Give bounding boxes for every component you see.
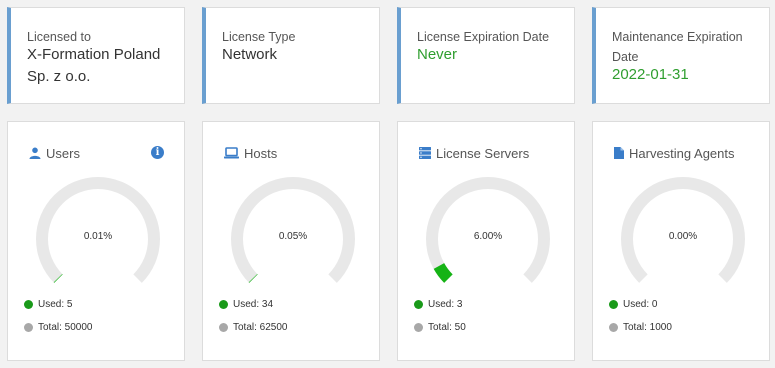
total-label: Total: 50 xyxy=(428,322,466,333)
total-dot xyxy=(414,323,423,332)
info-card-licensed-to: Licensed to X-Formation Poland Sp. z o.o… xyxy=(7,7,185,104)
info-icon[interactable]: i xyxy=(151,146,164,159)
info-label: Maintenance Expiration Date xyxy=(612,30,743,64)
gauge-percent: 0.00% xyxy=(668,231,698,242)
gauge-percent: 0.05% xyxy=(278,231,308,242)
legend-total: Total: 1000 xyxy=(609,322,672,333)
legend-used: Used: 5 xyxy=(24,299,72,310)
stat-card-hosts: Hosts 0.05% Used: 34 Total: 62500 xyxy=(202,121,380,361)
stat-title: Harvesting Agents xyxy=(614,144,735,162)
legend-total: Total: 62500 xyxy=(219,322,288,333)
stat-title-label: Hosts xyxy=(244,145,278,161)
used-label: Used: 34 xyxy=(233,299,274,310)
legend-used: Used: 3 xyxy=(414,299,462,310)
legend-used: Used: 34 xyxy=(219,299,273,310)
info-value: Never xyxy=(417,46,458,63)
stat-title-label: Users xyxy=(46,145,80,161)
info-value: X-Formation Poland Sp. z o.o. xyxy=(27,46,161,85)
gauge-track xyxy=(231,177,355,283)
total-label: Total: 50000 xyxy=(38,322,93,333)
stat-title-label: Harvesting Agents xyxy=(629,145,735,161)
total-dot xyxy=(219,323,228,332)
legend-total: Total: 50000 xyxy=(24,322,93,333)
total-label: Total: 1000 xyxy=(623,322,672,333)
info-value: Network xyxy=(222,46,278,63)
laptop-icon xyxy=(224,147,239,159)
stat-title: Users xyxy=(29,144,80,162)
info-card-license-type: License Type Network xyxy=(202,7,380,104)
used-label: Used: 5 xyxy=(38,299,73,310)
server-icon xyxy=(419,147,431,159)
info-value: 2022-01-31 xyxy=(612,66,689,83)
stat-title: Hosts xyxy=(224,144,277,162)
stat-title-label: License Servers xyxy=(436,145,530,161)
gauge-track xyxy=(621,177,745,283)
total-label: Total: 62500 xyxy=(233,322,288,333)
used-label: Used: 0 xyxy=(623,299,658,310)
gauge-track xyxy=(36,177,160,283)
stat-title: License Servers xyxy=(419,144,529,162)
used-dot xyxy=(609,300,618,309)
used-dot xyxy=(24,300,33,309)
total-dot xyxy=(24,323,33,332)
legend-used: Used: 0 xyxy=(609,299,657,310)
used-dot xyxy=(414,300,423,309)
stat-card-harvesting-agents: Harvesting Agents 0.00% Used: 0 Total: 1… xyxy=(592,121,770,361)
gauge-percent: 6.00% xyxy=(473,231,503,242)
stat-card-users: Users i 0.01% Used: 5 Total: 50000 xyxy=(7,121,185,361)
total-dot xyxy=(609,323,618,332)
used-dot xyxy=(219,300,228,309)
document-icon xyxy=(614,147,624,159)
legend-total: Total: 50 xyxy=(414,322,466,333)
stat-card-license-servers: License Servers 6.00% Used: 3 Total: 50 xyxy=(397,121,575,361)
info-card-maintenance-expiration: Maintenance Expiration Date 2022-01-31 xyxy=(592,7,770,104)
info-card-license-expiration: License Expiration Date Never xyxy=(397,7,575,104)
used-label: Used: 3 xyxy=(428,299,463,310)
gauge-percent: 0.01% xyxy=(83,231,113,242)
user-icon xyxy=(29,147,41,159)
